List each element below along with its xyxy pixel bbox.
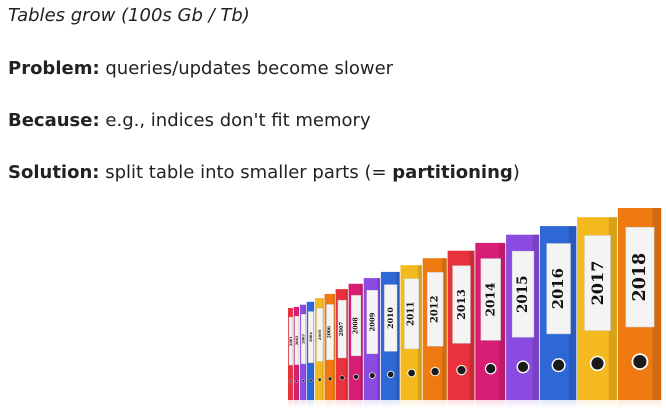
binder-year-label: 2009 xyxy=(368,312,376,331)
problem-line: Problem: queries/updates become slower xyxy=(8,58,393,79)
binder-ring-hole xyxy=(430,366,440,377)
binder-year-label: 2001 xyxy=(289,336,293,346)
binder-2011: 2011 xyxy=(400,265,422,408)
binder-2013: 2013 xyxy=(447,250,475,408)
binder-2010: 2010 xyxy=(380,271,400,408)
binder-ring-hole xyxy=(327,376,333,381)
binder-ring-hole xyxy=(289,380,293,384)
binder-year-label: 2018 xyxy=(630,253,650,302)
binder-year-label: 2012 xyxy=(430,295,441,322)
binder-year-label: 2007 xyxy=(339,321,345,336)
binder-ring-hole xyxy=(295,379,299,383)
binder-year-label: 2017 xyxy=(588,261,607,306)
binder-2017: 2017 xyxy=(577,217,617,408)
binder-ring-hole xyxy=(339,375,345,381)
problem-label: Problem: xyxy=(8,58,100,79)
binder-ring-hole xyxy=(516,360,530,374)
intro-text: Tables grow (100s Gb / Tb) xyxy=(8,5,250,26)
binder-ring-hole xyxy=(317,377,322,382)
binder-ring-hole xyxy=(353,373,359,380)
because-text: e.g., indices don't fit memory xyxy=(99,110,371,131)
because-label: Because: xyxy=(8,110,100,131)
binder-year-label: 2011 xyxy=(407,301,417,325)
binders-image: 2001 2002 2003 2004 2005 2006 2007 2008 2009 2010… xyxy=(286,208,664,408)
binder-year-label: 2010 xyxy=(386,307,395,329)
solution-bold: partitioning xyxy=(392,162,513,183)
binder-2006: 2006 xyxy=(324,293,335,408)
binder-ring-hole xyxy=(301,379,305,383)
binder-year-label: 2014 xyxy=(484,283,498,317)
problem-text: queries/updates become slower xyxy=(99,58,394,79)
binder-2007: 2007 xyxy=(335,289,348,408)
binder-year-label: 2015 xyxy=(515,275,531,313)
binder-ring-hole xyxy=(386,370,395,379)
binder-ring-hole xyxy=(589,355,606,372)
binder-2005: 2005 xyxy=(315,298,324,408)
binder-2008: 2008 xyxy=(348,283,363,408)
solution-end: ) xyxy=(512,162,520,183)
binder-2016: 2016 xyxy=(540,226,577,408)
binder-ring-hole xyxy=(309,378,313,382)
binder-2015: 2015 xyxy=(506,234,540,408)
binder-year-label: 2002 xyxy=(295,335,299,345)
binder-year-label: 2006 xyxy=(328,326,333,338)
binder-2012: 2012 xyxy=(422,258,447,408)
binder-ring-hole xyxy=(631,353,649,371)
binder-2001: 2001 xyxy=(288,308,293,408)
binder-2004: 2004 xyxy=(306,301,315,408)
solution-text: split table into smaller parts (= xyxy=(99,162,393,183)
binder-2003: 2003 xyxy=(299,304,307,408)
because-line: Because: e.g., indices don't fit memory xyxy=(8,110,371,131)
intro-line: Tables grow (100s Gb / Tb) xyxy=(8,5,250,26)
binder-ring-hole xyxy=(456,364,467,376)
binder-2018: 2018 xyxy=(617,208,662,408)
binder-year-label: 2016 xyxy=(550,268,567,309)
binder-year-label: 2013 xyxy=(455,289,468,320)
binder-2014: 2014 xyxy=(475,242,506,408)
binder-year-label: 2004 xyxy=(309,332,313,342)
binder-ring-hole xyxy=(369,372,376,379)
binder-2002: 2002 xyxy=(293,306,300,408)
binder-ring-hole xyxy=(407,368,416,378)
solution-label: Solution: xyxy=(8,162,100,183)
binder-2009: 2009 xyxy=(363,278,381,408)
binder-year-label: 2003 xyxy=(301,334,305,344)
binder-year-label: 2005 xyxy=(317,329,322,340)
solution-line: Solution: split table into smaller parts… xyxy=(8,162,520,183)
binder-ring-hole xyxy=(551,358,566,373)
binder-ring-hole xyxy=(484,362,497,375)
binder-year-label: 2008 xyxy=(353,317,360,334)
floor-reflection-fade xyxy=(286,400,664,408)
